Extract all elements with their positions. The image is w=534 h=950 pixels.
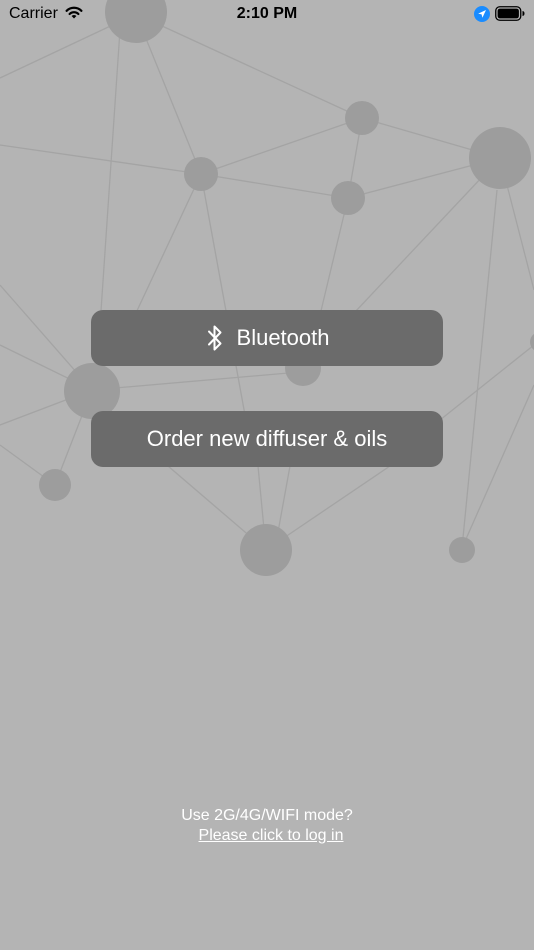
mode-prompt-text: Use 2G/4G/WIFI mode?: [181, 807, 353, 824]
status-time: 2:10 PM: [236, 5, 298, 22]
order-diffuser-button[interactable]: Order new diffuser & oils: [91, 411, 443, 467]
battery-icon: [495, 6, 525, 26]
bluetooth-button-label: Bluetooth: [236, 325, 330, 350]
bluetooth-button[interactable]: Bluetooth: [91, 310, 443, 366]
login-prompt: Use 2G/4G/WIFI mode? Please click to log…: [0, 806, 534, 846]
location-arrow-icon: [474, 6, 490, 27]
login-link[interactable]: Please click to log in: [199, 826, 344, 846]
app-screen: Carrier 2:10 PM Bluetooth Order new diff…: [0, 0, 534, 950]
bluetooth-icon: [205, 323, 225, 353]
status-bar: Carrier 2:10 PM: [0, 0, 534, 28]
order-diffuser-button-label: Order new diffuser & oils: [146, 426, 388, 451]
